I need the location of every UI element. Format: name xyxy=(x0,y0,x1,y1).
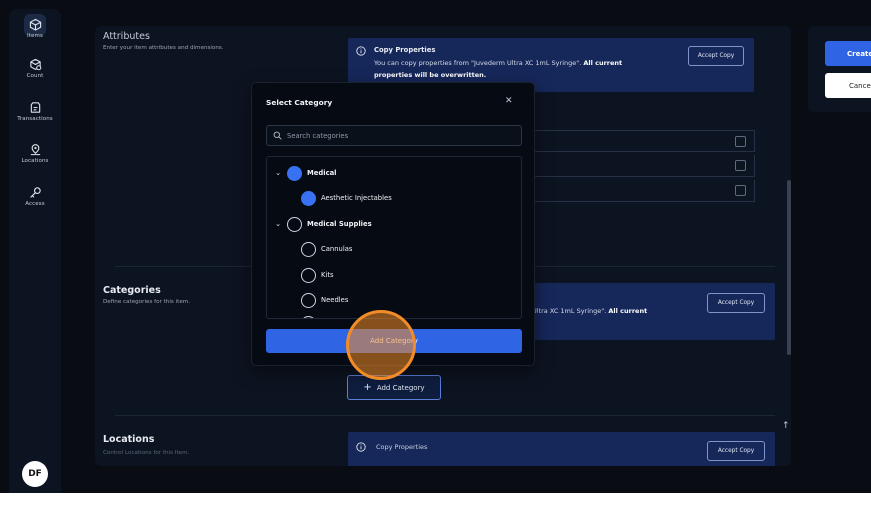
search-input[interactable] xyxy=(287,128,512,143)
app-window: Items Count Transactions Locations Acces… xyxy=(0,0,871,493)
sidebar-item-access[interactable]: Access xyxy=(9,186,61,207)
category-tree[interactable]: ⌄ Medical Aesthetic Injectables ⌄ Medica… xyxy=(266,156,522,319)
category-search xyxy=(266,125,522,146)
tree-item-label: Aesthetic Injectables xyxy=(321,194,392,202)
bottom-strip xyxy=(0,493,871,529)
category-radio[interactable] xyxy=(301,267,316,283)
copy-properties-text: You can copy properties from "Juvederm U… xyxy=(374,59,623,67)
tree-item-label: Cannulas xyxy=(321,245,353,253)
tree-item-medical-supplies[interactable]: ⌄ Medical Supplies xyxy=(274,215,372,233)
attributes-subtitle: Enter your item attributes and dimension… xyxy=(103,45,224,51)
tree-item-label: Medical Supplies xyxy=(307,220,372,228)
category-radio xyxy=(301,315,316,318)
sidebar-item-locations[interactable]: Locations xyxy=(9,143,61,164)
avatar[interactable]: DF xyxy=(22,461,48,487)
tree-item-label: Medical xyxy=(307,169,337,177)
sidebar-item-label: Count xyxy=(26,73,44,79)
key-icon xyxy=(29,187,41,198)
plus-icon: + xyxy=(363,381,372,393)
modal-add-category-button[interactable]: Add Category xyxy=(266,329,522,353)
categories-title: Categories xyxy=(103,285,161,296)
accept-copy-button[interactable]: Accept Copy xyxy=(688,46,744,66)
categories-subtitle: Define categories for this item. xyxy=(103,299,191,305)
sidebar-item-label: Items xyxy=(27,33,43,39)
copy-properties-warning: properties will be overwritten. xyxy=(374,71,487,79)
sidebar-item-label: Locations xyxy=(21,158,49,164)
sidebar-item-transactions[interactable]: Transactions xyxy=(9,101,61,122)
copy-properties-text: Ultra XC 1mL Syringe". All current xyxy=(532,307,648,315)
category-radio[interactable] xyxy=(301,241,316,257)
locations-title: Locations xyxy=(103,434,155,445)
sidebar-item-label: Access xyxy=(25,201,45,207)
search-icon xyxy=(273,131,282,140)
chevron-down-icon[interactable]: ⌄ xyxy=(274,220,282,228)
section-divider xyxy=(115,415,775,416)
sidebar-item-label: Transactions xyxy=(17,116,53,122)
locations-subtitle: Control Locations for this Item. xyxy=(103,450,190,456)
box-icon xyxy=(29,18,41,31)
tree-item-aesthetic-injectables[interactable]: Aesthetic Injectables xyxy=(301,189,392,207)
locations-copy-banner: Copy Properties Accept Copy xyxy=(348,432,775,466)
accept-copy-button[interactable]: Accept Copy xyxy=(707,293,765,313)
add-category-button[interactable]: + Add Category xyxy=(347,375,441,400)
copy-properties-title: Copy Properties xyxy=(376,443,428,451)
category-radio[interactable] xyxy=(301,190,316,206)
count-icon xyxy=(29,58,41,71)
sidebar-item-items[interactable]: Items xyxy=(9,18,61,39)
info-icon xyxy=(356,442,366,452)
close-icon[interactable]: ✕ xyxy=(505,96,513,106)
chevron-down-icon[interactable]: ⌄ xyxy=(274,169,282,177)
modal-title: Select Category xyxy=(266,98,333,107)
tree-item-medical[interactable]: ⌄ Medical xyxy=(274,164,337,182)
tree-item-needles[interactable]: Needles xyxy=(301,291,348,309)
actions-panel: Create Cancel xyxy=(808,26,871,112)
attribute-checkbox[interactable] xyxy=(735,185,746,196)
scroll-up-icon[interactable]: ↑ xyxy=(782,421,790,431)
tree-item-partial xyxy=(301,314,316,318)
scrollbar-thumb[interactable] xyxy=(787,180,791,355)
category-radio[interactable] xyxy=(287,165,302,181)
info-icon xyxy=(356,46,366,56)
tree-item-label: Kits xyxy=(321,271,334,279)
tree-item-cannulas[interactable]: Cannulas xyxy=(301,240,352,258)
tree-item-label: Needles xyxy=(321,296,349,304)
category-radio[interactable] xyxy=(287,216,302,232)
create-button[interactable]: Create xyxy=(825,41,871,66)
sidebar: Items Count Transactions Locations Acces… xyxy=(9,9,61,493)
attribute-checkbox[interactable] xyxy=(735,136,746,147)
sidebar-item-count[interactable]: Count xyxy=(9,58,61,79)
tree-item-kits[interactable]: Kits xyxy=(301,266,334,284)
copy-properties-title: Copy Properties xyxy=(374,46,436,54)
select-category-modal: Select Category ✕ ⌄ Medical Aesthetic In… xyxy=(252,83,534,365)
transactions-icon xyxy=(30,102,40,113)
attributes-title: Attributes xyxy=(103,31,150,42)
add-category-label: Add Category xyxy=(376,383,425,392)
accept-copy-button[interactable]: Accept Copy xyxy=(707,441,765,461)
attribute-checkbox[interactable] xyxy=(735,160,746,171)
cancel-button[interactable]: Cancel xyxy=(825,73,871,98)
location-icon xyxy=(30,144,40,156)
category-radio[interactable] xyxy=(301,292,316,308)
